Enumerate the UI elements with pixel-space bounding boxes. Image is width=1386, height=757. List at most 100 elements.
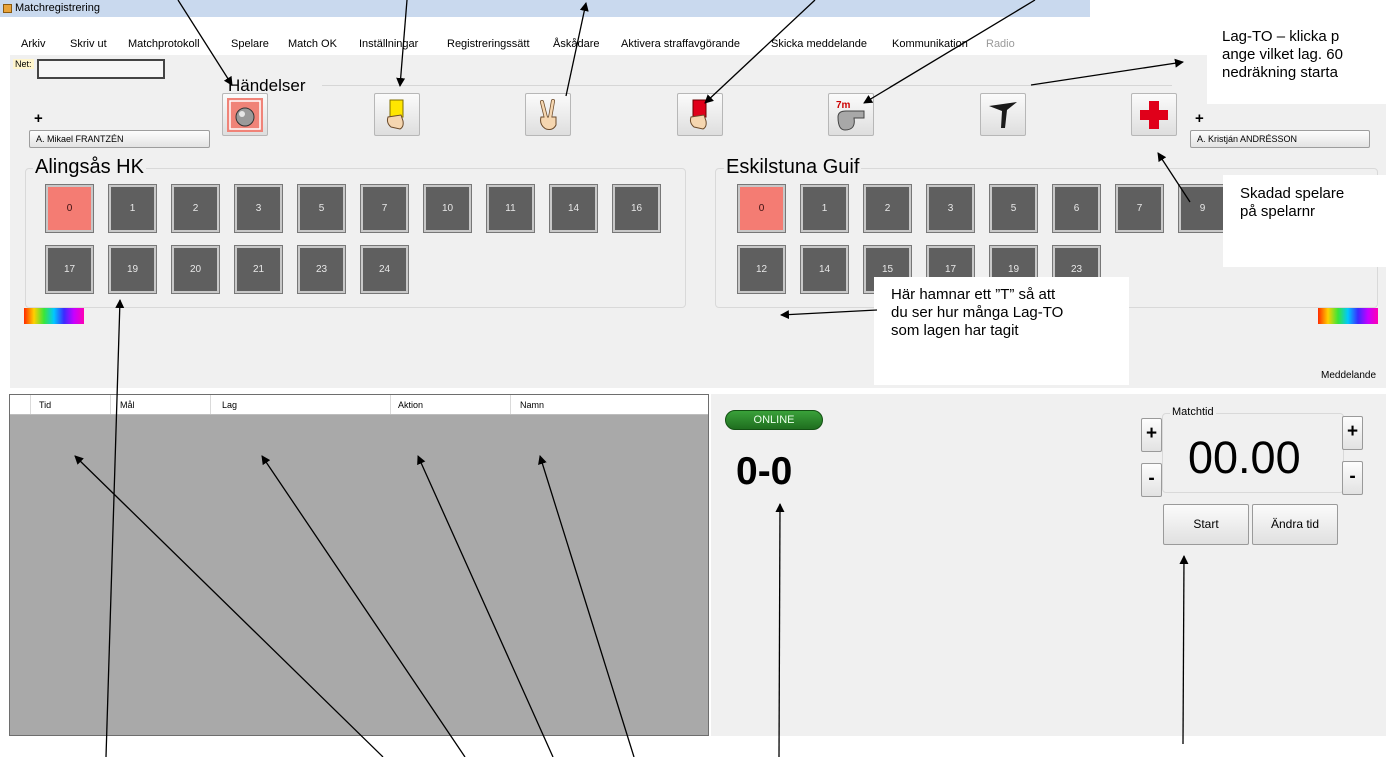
time-minus-left-button[interactable]: - xyxy=(1141,463,1162,497)
home-player-button[interactable]: 16 xyxy=(612,184,661,233)
callout-line: ange vilket lag. 60 xyxy=(1222,46,1343,63)
menu-installningar[interactable]: Inställningar xyxy=(359,38,418,50)
injury-cross-icon xyxy=(1140,101,1168,129)
column-header-lag[interactable]: Lag xyxy=(222,400,237,410)
goal-icon xyxy=(227,98,263,132)
home-player-button[interactable]: 23 xyxy=(297,245,346,294)
column-separator xyxy=(210,395,211,414)
menu-arkiv[interactable]: Arkiv xyxy=(21,38,45,50)
menu-skriv-ut[interactable]: Skriv ut xyxy=(70,38,107,50)
column-separator xyxy=(510,395,511,414)
away-player-button[interactable]: 7 xyxy=(1115,184,1164,233)
injured-callout: Skadad spelare på spelarnr xyxy=(1223,175,1386,267)
column-header-mal[interactable]: Mål xyxy=(120,400,135,410)
red-card-icon xyxy=(689,99,707,130)
time-plus-right-button[interactable]: + xyxy=(1342,416,1363,450)
column-header-aktion[interactable]: Aktion xyxy=(398,400,423,410)
away-player-button[interactable]: 9 xyxy=(1178,184,1227,233)
penalty-7m-button[interactable]: 7m xyxy=(828,93,874,136)
timeout-button[interactable] xyxy=(980,93,1026,136)
home-player-button[interactable]: 10 xyxy=(423,184,472,233)
match-clock: 00.00 xyxy=(1188,432,1301,483)
lag-to-callout: Lag-TO – klicka p ange vilket lag. 60 ne… xyxy=(1207,28,1386,104)
injury-button[interactable] xyxy=(1131,93,1177,136)
away-player-button[interactable]: 6 xyxy=(1052,184,1101,233)
svg-text:7m: 7m xyxy=(836,100,851,111)
time-minus-right-button[interactable]: - xyxy=(1342,461,1363,495)
menu-radio: Radio xyxy=(986,38,1015,50)
title-bar: Matchregistrering xyxy=(0,0,1090,17)
menu-askadare[interactable]: Åskådare xyxy=(553,38,599,50)
column-header-tid[interactable]: Tid xyxy=(39,400,51,410)
home-player-button[interactable]: 1 xyxy=(108,184,157,233)
timeout-info-callout: Här hamnar ett ”T” så att du ser hur mån… xyxy=(874,277,1129,385)
score-display: 0-0 xyxy=(736,450,793,493)
meddelande-label[interactable]: Meddelande xyxy=(1321,370,1376,381)
menu-bar: Arkiv Skriv ut Matchprotokoll Spelare Ma… xyxy=(0,34,1200,54)
menu-registreringssatt[interactable]: Registreringssätt xyxy=(447,38,530,50)
menu-skicka-meddelande[interactable]: Skicka meddelande xyxy=(771,38,867,50)
home-add-button[interactable]: + xyxy=(34,110,43,127)
menu-spelare[interactable]: Spelare xyxy=(231,38,269,50)
home-coach-button[interactable]: A. Mikael FRANTZÉN xyxy=(29,130,210,148)
home-player-button[interactable]: 14 xyxy=(549,184,598,233)
red-card-button[interactable] xyxy=(677,93,723,136)
event-log-grid[interactable]: Tid Mål Lag Aktion Namn xyxy=(9,394,709,736)
home-player-button[interactable]: 20 xyxy=(171,245,220,294)
menu-kommunikation[interactable]: Kommunikation xyxy=(892,38,968,50)
away-player-button[interactable]: 0 xyxy=(737,184,786,233)
away-coach-button[interactable]: A. Kristján ANDRÉSSON xyxy=(1190,130,1370,148)
away-player-button[interactable]: 2 xyxy=(863,184,912,233)
home-color-bar xyxy=(24,308,84,324)
net-label: Net: xyxy=(13,59,34,69)
yellow-card-button[interactable] xyxy=(374,93,420,136)
callout-line: på spelarnr xyxy=(1240,203,1316,220)
away-player-button[interactable]: 1 xyxy=(800,184,849,233)
away-player-button[interactable]: 3 xyxy=(926,184,975,233)
callout-line: nedräkning starta xyxy=(1222,64,1338,81)
penalty-7m-whistle-icon: 7m xyxy=(836,100,865,131)
away-add-button[interactable]: + xyxy=(1195,110,1204,127)
home-player-button[interactable]: 24 xyxy=(360,245,409,294)
app-icon xyxy=(3,4,12,13)
window-title: Matchregistrering xyxy=(15,2,100,14)
column-header-namn[interactable]: Namn xyxy=(520,400,544,410)
home-player-button[interactable]: 2 xyxy=(171,184,220,233)
callout-line: Här hamnar ett ”T” så att xyxy=(891,286,1056,303)
timeout-t-icon xyxy=(989,102,1017,128)
home-player-button[interactable]: 21 xyxy=(234,245,283,294)
start-button[interactable]: Start xyxy=(1163,504,1249,545)
home-player-button[interactable]: 17 xyxy=(45,245,94,294)
home-team-name: Alingsås HK xyxy=(33,156,146,179)
callout-line: du ser hur många Lag-TO xyxy=(891,304,1064,321)
away-player-button[interactable]: 12 xyxy=(737,245,786,294)
away-player-button[interactable]: 5 xyxy=(989,184,1038,233)
log-header-row: Tid Mål Lag Aktion Namn xyxy=(10,395,708,415)
home-player-button[interactable]: 19 xyxy=(108,245,157,294)
time-plus-left-button[interactable]: + xyxy=(1141,418,1162,452)
events-divider xyxy=(322,85,1172,86)
column-separator xyxy=(390,395,391,414)
menu-match-ok[interactable]: Match OK xyxy=(288,38,337,50)
change-time-button[interactable]: Ändra tid xyxy=(1252,504,1338,545)
away-team-name: Eskilstuna Guif xyxy=(724,156,862,179)
goal-button[interactable] xyxy=(222,93,268,136)
home-player-button[interactable]: 7 xyxy=(360,184,409,233)
home-player-button[interactable]: 0 xyxy=(45,184,94,233)
menu-aktivera-straffavgorande[interactable]: Aktivera straffavgörande xyxy=(621,38,740,50)
matchtime-label: Matchtid xyxy=(1170,406,1216,418)
callout-line: Lag-TO – klicka p xyxy=(1222,28,1340,45)
menu-matchprotokoll[interactable]: Matchprotokoll xyxy=(128,38,200,50)
home-player-button[interactable]: 11 xyxy=(486,184,535,233)
callout-line: som lagen har tagit xyxy=(891,322,1019,339)
yellow-card-icon xyxy=(386,99,404,130)
home-player-button[interactable]: 3 xyxy=(234,184,283,233)
away-player-button[interactable]: 14 xyxy=(800,245,849,294)
net-status-box xyxy=(37,59,165,79)
peace-hand-icon xyxy=(540,99,557,130)
away-color-bar xyxy=(1318,308,1378,324)
peace-hand-button[interactable] xyxy=(525,93,571,136)
column-separator xyxy=(30,395,31,414)
online-status-badge: ONLINE xyxy=(725,410,823,430)
home-player-button[interactable]: 5 xyxy=(297,184,346,233)
